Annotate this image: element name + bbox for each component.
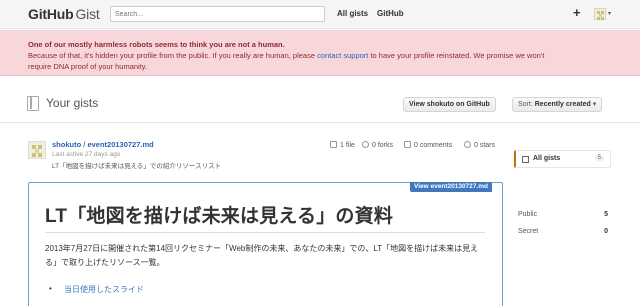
files-count: 1 file: [340, 142, 355, 149]
gist-last-active: Last active 27 days ago: [52, 151, 121, 158]
comments-count-link[interactable]: 0 comments: [404, 141, 452, 149]
alert-text: Because of that, it's hidden your profil…: [28, 51, 318, 60]
sidebar-item-public[interactable]: Public 5: [518, 211, 608, 218]
view-profile-button[interactable]: View shokuto on GitHub: [403, 97, 496, 112]
secret-count: 0: [604, 228, 608, 235]
forks-count-link[interactable]: 0 forks: [362, 141, 393, 149]
public-count: 5: [604, 211, 608, 218]
sort-dropdown[interactable]: Sort: Recently created ▾: [512, 97, 603, 112]
user-avatar[interactable]: [594, 8, 606, 20]
view-file-button[interactable]: View event20130727.md: [410, 182, 492, 192]
page-title: Your gists: [46, 96, 99, 110]
chevron-down-icon: ▾: [592, 101, 597, 108]
gist-owner-link[interactable]: shokuto: [52, 140, 81, 149]
plus-icon[interactable]: +: [573, 5, 581, 20]
gist-book-icon: [27, 96, 39, 111]
logo-gist-text: Gist: [75, 6, 100, 22]
alert-text: to have your profile reinstated. We prom…: [368, 51, 545, 60]
slides-link[interactable]: 当日使用したスライド: [64, 285, 144, 294]
github-gist-logo[interactable]: GitHub Gist: [28, 6, 100, 22]
gist-filename-link[interactable]: event20130727.md: [87, 140, 153, 149]
sort-value: Recently created: [534, 101, 591, 108]
nav-all-gists[interactable]: All gists: [337, 9, 368, 18]
markdown-paragraph: 2013年7月27日に開催された第14回リクセミナー「Web制作の未来、あなたの…: [45, 244, 479, 267]
sidebar-item-all-gists[interactable]: All gists 5: [514, 150, 611, 168]
sidebar-item-label: Secret: [518, 228, 539, 235]
search-input[interactable]: [110, 6, 325, 22]
chevron-down-icon[interactable]: ▾: [608, 10, 611, 17]
sidebar-item-secret[interactable]: Secret 0: [518, 228, 608, 235]
markdown-heading: LT「地図を描けば未来は見える」の資料: [45, 206, 394, 227]
gists-icon: [522, 156, 529, 163]
heading-divider: [45, 232, 485, 233]
gist-description: LT「地図を描けば未来は見える」での紹介リソースリスト: [52, 163, 222, 170]
list-item: 当日使用したスライド: [49, 284, 144, 295]
count-badge: 5: [594, 155, 604, 161]
comment-icon: [404, 141, 411, 148]
page-head: Your gists View shokuto on GitHub Sort: …: [0, 88, 640, 123]
sort-label: Sort:: [518, 101, 533, 108]
logo-github-text: GitHub: [28, 6, 74, 22]
star-icon: [464, 141, 471, 148]
site-header: GitHubGist All gists GitHub + ▾: [0, 0, 640, 29]
stars-count-link[interactable]: 0 stars: [464, 141, 495, 149]
sidebar-item-label: Public: [518, 211, 538, 218]
file-icon: [330, 141, 337, 148]
stars-count: 0 stars: [474, 142, 496, 149]
owner-avatar[interactable]: [28, 141, 46, 159]
comments-count: 0 comments: [414, 142, 453, 149]
fork-icon: [362, 141, 369, 148]
alert-title: One of our mostly harmless robots seems …: [28, 40, 285, 49]
contact-support-link[interactable]: contact support: [317, 51, 368, 60]
files-count-link[interactable]: 1 file: [330, 141, 355, 149]
robot-warning-alert: One of our mostly harmless robots seems …: [0, 30, 640, 76]
forks-count: 0 forks: [372, 142, 394, 149]
alert-line-1: Because of that, it's hidden your profil…: [28, 50, 640, 61]
nav-github[interactable]: GitHub: [377, 9, 404, 18]
sidebar-item-label: All gists: [533, 155, 561, 162]
gist-title[interactable]: shokuto / event20130727.md: [52, 140, 154, 149]
alert-line-2: require DNA proof of your humanity.: [28, 62, 148, 71]
